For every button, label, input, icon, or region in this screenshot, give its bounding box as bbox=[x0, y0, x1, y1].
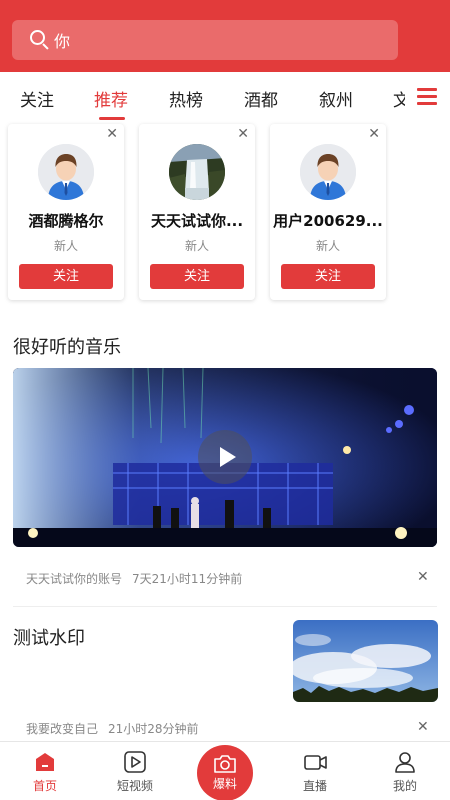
post-author[interactable]: 天天试试你的账号 bbox=[26, 572, 122, 586]
nav-label: 直播 bbox=[302, 779, 327, 793]
home-icon bbox=[34, 751, 56, 773]
post-author[interactable]: 我要改变自己 bbox=[26, 722, 98, 736]
avatar bbox=[38, 144, 94, 200]
nav-home[interactable]: 首页 bbox=[5, 742, 85, 800]
video-camera-icon bbox=[304, 751, 327, 773]
nav-live[interactable]: 直播 bbox=[275, 742, 355, 800]
user-icon bbox=[394, 751, 416, 773]
dismiss-icon[interactable]: ✕ bbox=[417, 719, 429, 735]
post-meta: 我要改变自己 21小时28分钟前 bbox=[26, 720, 199, 737]
divider bbox=[13, 606, 437, 607]
report-button[interactable]: 爆料 bbox=[197, 745, 253, 800]
top-header: 你 bbox=[0, 0, 450, 72]
post-title[interactable]: 测试水印 bbox=[13, 624, 85, 650]
dismiss-icon[interactable]: ✕ bbox=[417, 569, 429, 585]
tab-hot[interactable]: 热榜 bbox=[169, 86, 203, 111]
tab-culture[interactable]: 文 bbox=[393, 86, 405, 111]
user-card[interactable]: ✕ 用户200629... 新人 关注 bbox=[270, 124, 386, 300]
play-button[interactable] bbox=[198, 430, 252, 484]
nav-short-video[interactable]: 短视频 bbox=[95, 742, 175, 800]
search-icon bbox=[30, 30, 50, 50]
follow-button[interactable]: 关注 bbox=[150, 264, 244, 289]
follow-button[interactable]: 关注 bbox=[281, 264, 375, 289]
tab-jiudu[interactable]: 酒都 bbox=[244, 86, 278, 111]
user-tag: 新人 bbox=[53, 239, 78, 253]
tab-follow[interactable]: 关注 bbox=[20, 86, 54, 111]
search-input[interactable]: 你 bbox=[12, 20, 398, 60]
follow-button[interactable]: 关注 bbox=[19, 264, 113, 289]
nav-label: 首页 bbox=[32, 779, 57, 793]
close-icon[interactable]: ✕ bbox=[237, 126, 249, 142]
menu-icon[interactable] bbox=[417, 88, 437, 105]
user-name: 用户200629... bbox=[273, 212, 383, 230]
channel-tabs: 关注 推荐 热榜 酒都 叙州 文 bbox=[0, 72, 450, 122]
post-title[interactable]: 很好听的音乐 bbox=[13, 333, 121, 359]
avatar bbox=[300, 144, 356, 200]
user-card[interactable]: ✕ 酒都腾格尔 新人 关注 bbox=[8, 124, 124, 300]
user-card[interactable]: ✕ 天天试试你... 新人 关注 bbox=[139, 124, 255, 300]
user-name: 天天试试你... bbox=[150, 212, 244, 230]
nav-label: 短视频 bbox=[116, 779, 153, 793]
tab-xuzhou[interactable]: 叙州 bbox=[319, 86, 353, 111]
tab-recommend[interactable]: 推荐 bbox=[94, 86, 128, 111]
post-time: 21小时28分钟前 bbox=[108, 722, 199, 736]
nav-me[interactable]: 我的 bbox=[365, 742, 445, 800]
camera-icon bbox=[213, 754, 237, 774]
user-name: 酒都腾格尔 bbox=[28, 212, 104, 230]
play-icon bbox=[124, 751, 146, 773]
recommended-users: ✕ 酒都腾格尔 新人 关注 ✕ 天天试试你... 新人 关注 ✕ 用户20062… bbox=[0, 124, 450, 306]
close-icon[interactable]: ✕ bbox=[368, 126, 380, 142]
report-label: 爆料 bbox=[212, 777, 237, 791]
post-time: 7天21小时11分钟前 bbox=[132, 572, 243, 586]
user-tag: 新人 bbox=[184, 239, 209, 253]
search-text: 你 bbox=[54, 32, 71, 51]
post-thumbnail[interactable] bbox=[293, 620, 438, 702]
nav-label: 我的 bbox=[392, 779, 417, 793]
post-meta: 天天试试你的账号 7天21小时11分钟前 bbox=[26, 570, 242, 587]
tab-indicator bbox=[99, 117, 125, 120]
user-tag: 新人 bbox=[315, 239, 340, 253]
close-icon[interactable]: ✕ bbox=[106, 126, 118, 142]
video-player[interactable] bbox=[13, 368, 437, 547]
avatar bbox=[169, 144, 225, 200]
